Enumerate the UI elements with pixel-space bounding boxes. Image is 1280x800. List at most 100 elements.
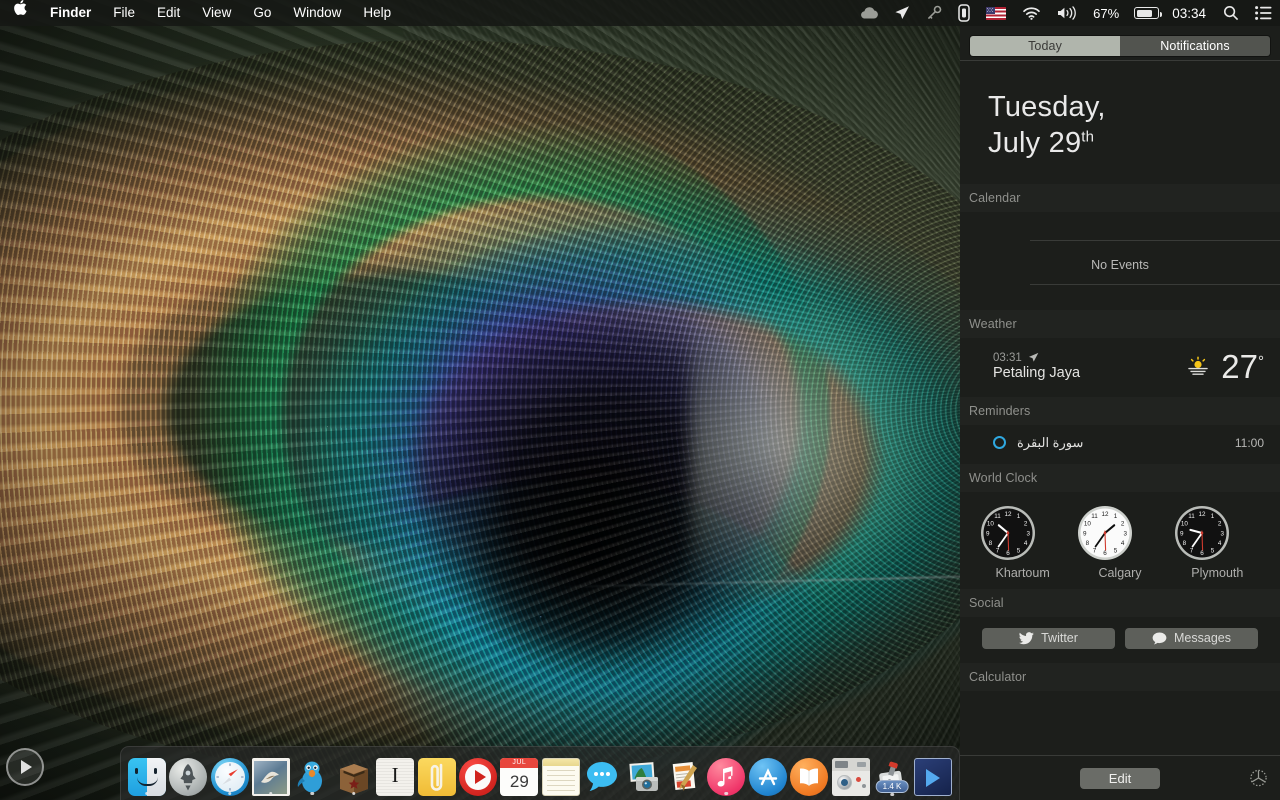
location-arrow-icon[interactable] xyxy=(886,0,918,26)
dock-item-safari[interactable] xyxy=(209,746,250,796)
section-header-calculator: Calculator xyxy=(960,663,1280,691)
menu-view[interactable]: View xyxy=(191,0,242,26)
calendar-divider-top xyxy=(1030,239,1280,241)
date-ordinal: th xyxy=(1081,128,1095,146)
battery-percent-label[interactable]: 67% xyxy=(1086,6,1126,21)
dock-item-iphoto[interactable] xyxy=(623,746,664,796)
svg-text:8: 8 xyxy=(1183,540,1187,547)
world-clock-city-label: Khartoum xyxy=(995,565,1050,580)
weather-time: 03:31 xyxy=(993,351,1022,364)
cloud-icon[interactable] xyxy=(851,0,886,26)
menu-help[interactable]: Help xyxy=(352,0,402,26)
menu-go[interactable]: Go xyxy=(242,0,282,26)
notes-icon xyxy=(541,758,580,796)
tweet-button[interactable]: Twitter xyxy=(982,627,1115,649)
section-header-social: Social xyxy=(960,589,1280,617)
pages-icon xyxy=(666,758,704,796)
dock-item-pages[interactable] xyxy=(664,746,705,796)
world-clock-widget[interactable]: 12 1 2 345 678 9 10 11 Khartoum 12 1 2 3… xyxy=(960,492,1280,589)
reminder-item[interactable]: سورة البقرة 11:00 xyxy=(960,425,1280,464)
weather-widget[interactable]: 03:31 Petaling Jaya 27° xyxy=(960,338,1280,397)
wifi-icon[interactable] xyxy=(1014,0,1049,26)
key-icon[interactable] xyxy=(918,0,950,26)
dock-item-calendar[interactable]: JUL 29 xyxy=(499,746,540,796)
svg-text:5: 5 xyxy=(1016,547,1020,554)
us-flag-icon[interactable] xyxy=(978,0,1014,26)
running-indicator xyxy=(144,791,149,795)
svg-text:3: 3 xyxy=(1221,530,1225,537)
notification-center-icon[interactable] xyxy=(1247,0,1280,26)
dock-item-ibooks[interactable] xyxy=(789,746,830,796)
menu-bar-left: Finder File Edit View Go Window Help xyxy=(0,0,402,26)
device-battery-icon[interactable] xyxy=(950,0,978,26)
world-clock-khartoum[interactable]: 12 1 2 345 678 9 10 11 Khartoum xyxy=(979,504,1067,580)
dock-item-itunes[interactable] xyxy=(706,746,747,796)
reminder-title: سورة البقرة xyxy=(1017,434,1084,450)
world-clock-calgary[interactable]: 12 1 2 345 678 9 10 11 Calgary xyxy=(1076,504,1164,580)
calendar-widget[interactable]: No Events xyxy=(960,212,1280,310)
dock-item-launchpad[interactable] xyxy=(167,746,208,796)
gear-icon[interactable] xyxy=(1249,769,1268,788)
paperclip-icon xyxy=(417,758,456,796)
dock-item-notes[interactable] xyxy=(540,746,581,796)
svg-text:7: 7 xyxy=(995,547,999,554)
dock-item-mail[interactable] xyxy=(250,746,291,796)
edit-button[interactable]: Edit xyxy=(1080,767,1160,789)
dock-item-twitter-bird[interactable] xyxy=(292,746,333,796)
svg-text:12: 12 xyxy=(1101,511,1109,518)
tab-notifications[interactable]: Notifications xyxy=(1120,35,1270,56)
running-indicator xyxy=(310,791,315,795)
desktop-wallpaper[interactable] xyxy=(0,0,960,800)
world-clock-plymouth[interactable]: 12 1 2 345 678 9 10 11 Plymouth xyxy=(1173,504,1261,580)
battery-icon[interactable] xyxy=(1126,0,1167,26)
dock-item-photo-booth[interactable] xyxy=(830,746,871,796)
svg-text:8: 8 xyxy=(988,540,992,547)
ibooks-icon xyxy=(790,758,829,796)
svg-text:3: 3 xyxy=(1026,530,1030,537)
search-icon[interactable] xyxy=(1215,0,1247,26)
dock-item-disk-cleaner[interactable]: 1.4 K xyxy=(871,746,912,796)
svg-text:2: 2 xyxy=(1121,521,1125,528)
today-date: Tuesday, July 29th xyxy=(960,61,1280,184)
svg-text:9: 9 xyxy=(1180,530,1184,537)
svg-text:5: 5 xyxy=(1211,547,1215,554)
dock-item-media-player[interactable] xyxy=(457,746,498,796)
screen: Finder File Edit View Go Window Help 67%… xyxy=(0,0,1280,800)
svg-text:6: 6 xyxy=(1006,550,1010,557)
menu-app-name[interactable]: Finder xyxy=(39,0,102,26)
menu-window[interactable]: Window xyxy=(282,0,352,26)
volume-icon[interactable] xyxy=(1049,0,1086,26)
dock-item-messages[interactable] xyxy=(581,746,622,796)
dock-item-ia-writer[interactable]: I xyxy=(374,746,415,796)
desktop-play-button[interactable] xyxy=(6,748,44,786)
iphoto-icon xyxy=(625,758,663,796)
section-header-calendar: Calendar xyxy=(960,184,1280,212)
svg-text:11: 11 xyxy=(1091,513,1098,520)
menu-file[interactable]: File xyxy=(102,0,146,26)
clock-face-light: 12 12 345 678 91011 xyxy=(1077,505,1132,560)
svg-text:10: 10 xyxy=(1084,521,1092,528)
svg-text:10: 10 xyxy=(987,521,995,528)
messages-button[interactable]: Messages xyxy=(1125,627,1258,649)
dock-item-finder[interactable] xyxy=(126,746,167,796)
svg-text:1: 1 xyxy=(1114,513,1118,520)
dock-item-app-store[interactable] xyxy=(747,746,788,796)
dock-item-transmit-box[interactable] xyxy=(333,746,374,796)
section-header-reminders: Reminders xyxy=(960,397,1280,425)
message-bubble-icon xyxy=(1152,632,1167,645)
apple-menu-icon[interactable] xyxy=(0,0,39,26)
menu-bar-clock[interactable]: 03:34 xyxy=(1167,6,1215,21)
reminder-circle-icon[interactable] xyxy=(993,436,1006,450)
tab-today[interactable]: Today xyxy=(970,35,1120,56)
menu-bar-status-items: 67% 03:34 xyxy=(851,0,1280,26)
menu-edit[interactable]: Edit xyxy=(146,0,191,26)
messages-icon xyxy=(583,758,621,796)
dock-item-yoink-clip[interactable] xyxy=(416,746,457,796)
running-indicator xyxy=(227,791,232,795)
weather-reading: 27° xyxy=(1186,350,1264,383)
notification-center-body[interactable]: Tuesday, July 29th Calendar No Events We… xyxy=(960,61,1280,755)
calculator-widget[interactable] xyxy=(960,691,1280,703)
social-button-label: Twitter xyxy=(1041,631,1078,646)
svg-text:7: 7 xyxy=(1190,547,1194,554)
dock-item-video-player[interactable] xyxy=(913,746,954,796)
